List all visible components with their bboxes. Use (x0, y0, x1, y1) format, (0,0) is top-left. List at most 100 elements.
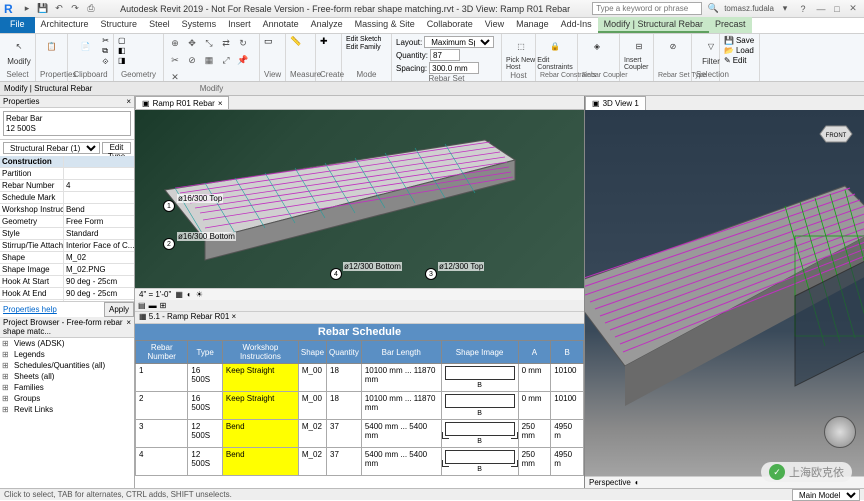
prop-value[interactable]: Standard (64, 228, 134, 239)
view-tab-3d[interactable]: ▣3D View 1 (585, 96, 646, 110)
scale-icon[interactable]: ⤢ (219, 53, 233, 67)
tab-modify-rebar[interactable]: Modify | Structural Rebar (598, 17, 709, 33)
edit-sketch-btn[interactable]: Edit Sketch (346, 36, 381, 43)
tab-precast[interactable]: Precast (709, 17, 752, 33)
quantity-input[interactable] (430, 49, 460, 61)
instance-select[interactable]: Structural Rebar (1) (3, 142, 100, 154)
create-icon[interactable]: ✚ (320, 36, 328, 47)
user-icon[interactable]: ▾ (778, 2, 792, 16)
delete-icon[interactable]: ✕ (168, 70, 182, 84)
col-header[interactable]: B (551, 341, 584, 364)
tab-analyze[interactable]: Analyze (305, 17, 349, 33)
tab-addins[interactable]: Add-Ins (555, 17, 598, 33)
tab-steel[interactable]: Steel (143, 17, 176, 33)
save-selection-button[interactable]: 💾Save (724, 36, 755, 45)
paste-button[interactable]: 📄 (72, 36, 99, 56)
table-row[interactable]: 216 500SKeep StraightM_001810100 mm ... … (136, 392, 584, 420)
save-icon[interactable]: 💾 (36, 2, 50, 16)
browser-node[interactable]: Revit Links (0, 404, 134, 415)
visual-style-icon[interactable]: ◐ (635, 478, 640, 487)
cope-icon[interactable]: ▢ (118, 36, 126, 45)
project-browser[interactable]: Views (ADSK)LegendsSchedules/Quantities … (0, 338, 134, 488)
layout-select[interactable]: Maximum Spacing (424, 36, 494, 48)
array-icon[interactable]: ▦ (202, 53, 216, 67)
table-row[interactable]: 116 500SKeep StraightM_001810100 mm ... … (136, 364, 584, 392)
maximize-icon[interactable]: □ (830, 3, 844, 15)
print-icon[interactable]: ⎙ (84, 2, 98, 16)
visual-style-icon[interactable]: ◐ (187, 290, 192, 299)
align-icon[interactable]: ⊕ (168, 36, 182, 50)
panel-close-icon[interactable]: × (126, 97, 131, 106)
browser-node[interactable]: Views (ADSK) (0, 338, 134, 349)
close-icon[interactable]: ✕ (846, 3, 860, 15)
tab-architecture[interactable]: Architecture (35, 17, 95, 33)
browser-node[interactable]: Groups (0, 393, 134, 404)
rotate-icon[interactable]: ↻ (236, 36, 250, 50)
minimize-icon[interactable]: — (814, 3, 828, 15)
pick-new-host-button[interactable]: ⬚Pick New Host (506, 36, 536, 71)
detail-icon[interactable]: ▦ (175, 290, 183, 299)
measure-icon[interactable]: 📏 (290, 36, 301, 47)
file-tab[interactable]: File (0, 17, 35, 33)
insert-coupler-button[interactable]: ⊟Insert Coupler (624, 36, 654, 71)
col-header[interactable]: Type (188, 341, 222, 364)
prop-value[interactable] (64, 192, 134, 203)
workset-select[interactable]: Main Model (792, 489, 860, 501)
schedule-row-icon[interactable]: ▬ (149, 301, 157, 310)
prop-value[interactable]: 90 deg - 25cm (64, 276, 134, 287)
constrained-placement-button[interactable]: ◈ (582, 36, 612, 56)
search-icon[interactable]: 🔍 (706, 2, 720, 16)
pin-icon[interactable]: 📌 (236, 53, 250, 67)
load-selection-button[interactable]: 📂Load (724, 46, 755, 55)
tab-massing[interactable]: Massing & Site (349, 17, 421, 33)
tab-annotate[interactable]: Annotate (257, 17, 305, 33)
mirror-icon[interactable]: ⇄ (219, 36, 233, 50)
schedule-new-icon[interactable]: ▤ (138, 301, 146, 310)
remove-rebar-button[interactable]: ⊘ (658, 36, 688, 56)
prop-value[interactable]: Free Form (64, 216, 134, 227)
prop-value[interactable]: Interior Face of C... (64, 240, 134, 251)
undo-icon[interactable]: ↶ (52, 2, 66, 16)
signed-in-user[interactable]: tomasz.fudala (724, 4, 774, 13)
help-icon[interactable]: ? (796, 2, 810, 16)
edit-selection-button[interactable]: ✎Edit (724, 56, 755, 65)
col-header[interactable]: Quantity (327, 341, 362, 364)
edit-family-btn[interactable]: Edit Family (346, 44, 381, 51)
sunpath-icon[interactable]: ☀ (196, 290, 203, 299)
join-icon[interactable]: ◨ (118, 56, 126, 65)
offset-icon[interactable]: ⤡ (202, 36, 216, 50)
col-header[interactable]: Shape (298, 341, 326, 364)
table-row[interactable]: 412 500SBendM_02375400 mm ... 5400 mmB25… (136, 448, 584, 476)
split-icon[interactable]: ⊘ (185, 53, 199, 67)
prop-value[interactable] (64, 168, 134, 179)
col-header[interactable]: A (518, 341, 551, 364)
view-3d-ramp[interactable]: 1 ø16/300 Top 2 ø16/300 Bottom 4 ø12/300… (135, 110, 584, 288)
view-icon[interactable]: ▭ (264, 36, 273, 47)
browser-node[interactable]: Sheets (all) (0, 371, 134, 382)
revit-app-icon[interactable]: R (4, 2, 18, 16)
copy-icon[interactable]: ⧉ (102, 46, 109, 56)
rebar-schedule-table[interactable]: Rebar NumberTypeWorkshop InstructionsSha… (135, 340, 584, 476)
tab-collaborate[interactable]: Collaborate (421, 17, 479, 33)
matchtype-icon[interactable]: ⟐ (102, 57, 109, 67)
open-icon[interactable]: ▸ (20, 2, 34, 16)
view-tab-ramp[interactable]: ▣Ramp R01 Rebar× (135, 96, 229, 109)
move-icon[interactable]: ✥ (185, 36, 199, 50)
view-3d-main[interactable]: ▣3D View 1 FRONT Perspective◐ (584, 96, 864, 488)
redo-icon[interactable]: ↷ (68, 2, 82, 16)
edit-type-button[interactable]: Edit Type (102, 142, 131, 154)
browser-close-icon[interactable]: × (126, 318, 131, 336)
properties-button[interactable]: 📋 (40, 36, 63, 56)
col-header[interactable]: Rebar Number (136, 341, 188, 364)
properties-help-link[interactable]: Properties help (0, 304, 60, 315)
schedule-merge-icon[interactable]: ⊞ (160, 301, 167, 310)
view-control-bar-top[interactable]: 4" = 1'-0"▦◐☀ (135, 288, 584, 300)
table-row[interactable]: 312 500SBendM_02375400 mm ... 5400 mmB25… (136, 420, 584, 448)
cut-geom-icon[interactable]: ◧ (118, 46, 126, 55)
tab-close-icon[interactable]: × (218, 99, 223, 108)
prop-value[interactable]: M_02.PNG (64, 264, 134, 275)
schedule-tab[interactable]: ▦ 5.1 - Ramp Rebar R01 × (139, 312, 236, 321)
modify-button[interactable]: ↖Modify (4, 36, 34, 66)
apply-button[interactable]: Apply (104, 302, 134, 317)
browser-node[interactable]: Families (0, 382, 134, 393)
